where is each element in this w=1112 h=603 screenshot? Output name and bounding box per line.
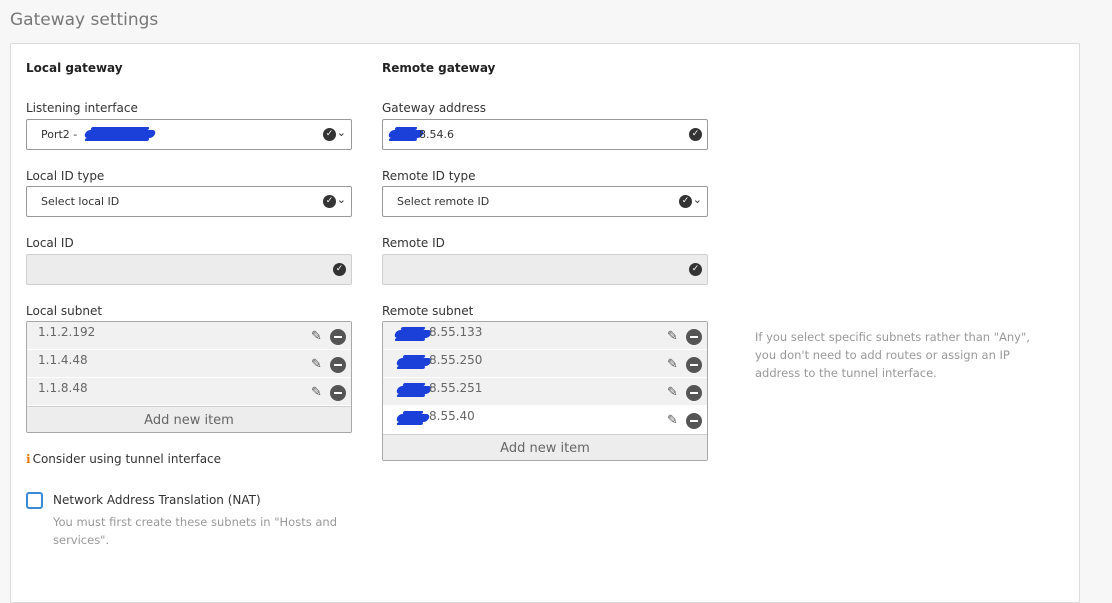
gateway-address-input[interactable]: 8.54.6 ✓: [382, 119, 708, 150]
remote-subnet-help-text: If you select specific subnets rather th…: [755, 330, 1030, 380]
list-item: 8.55.40 ✎: [383, 406, 707, 434]
minus-circle-icon[interactable]: [330, 357, 346, 373]
local-id-label: Local ID: [26, 236, 74, 250]
subnet-value: 8.55.250: [429, 353, 483, 367]
nat-label: Network Address Translation (NAT): [53, 493, 261, 507]
info-icon: ℹ: [26, 452, 31, 466]
pencil-icon[interactable]: ✎: [311, 385, 327, 401]
local-id-type-value: Select local ID: [41, 195, 120, 208]
local-id-type-label: Local ID type: [26, 169, 105, 183]
listening-interface-select[interactable]: Port2 - ✓ ⌄: [26, 119, 352, 150]
minus-circle-icon[interactable]: [686, 357, 702, 373]
gateway-settings-panel: Local gateway Listening interface Port2 …: [10, 43, 1080, 603]
remote-id-type-label: Remote ID type: [382, 169, 476, 183]
check-circle-icon: ✓: [689, 263, 702, 276]
subnet-value: 1.1.2.192: [38, 325, 96, 339]
remote-id-label: Remote ID: [382, 236, 445, 250]
listening-interface-value: Port2 -: [41, 128, 78, 141]
local-subnet-label: Local subnet: [26, 304, 103, 318]
check-circle-icon: ✓: [689, 128, 702, 141]
gateway-address-value: 8.54.6: [419, 128, 454, 141]
remote-id-input: ✓: [382, 254, 708, 285]
nat-help-text: You must first create these subnets in "…: [53, 515, 338, 547]
check-circle-icon: ✓: [323, 195, 336, 208]
subnet-value: 1.1.4.48: [38, 353, 88, 367]
listening-interface-label: Listening interface: [26, 101, 138, 115]
pencil-icon[interactable]: ✎: [667, 357, 683, 373]
chevron-down-icon: ⌄: [336, 193, 346, 206]
list-item: 1.1.4.48 ✎: [27, 350, 351, 378]
minus-circle-icon[interactable]: [686, 329, 702, 345]
redaction-mark: [395, 358, 433, 366]
subnet-value: 1.1.8.48: [38, 381, 88, 395]
add-new-item-button[interactable]: Add new item: [27, 406, 351, 432]
check-circle-icon: ✓: [679, 195, 692, 208]
remote-id-type-select[interactable]: Select remote ID ✓ ⌄: [382, 186, 708, 217]
local-subnet-list: 1.1.2.192 ✎ 1.1.4.48 ✎ 1.1.8.48 ✎ Add ne…: [26, 321, 352, 433]
list-item: 8.55.251 ✎: [383, 378, 707, 406]
minus-circle-icon[interactable]: [686, 413, 702, 429]
minus-circle-icon[interactable]: [686, 385, 702, 401]
minus-circle-icon[interactable]: [330, 329, 346, 345]
local-gateway-heading: Local gateway: [26, 61, 123, 75]
remote-id-type-value: Select remote ID: [397, 195, 490, 208]
subnet-value: 8.55.40: [429, 409, 475, 423]
redaction-mark: [393, 330, 433, 338]
tunnel-interface-hint-text: Consider using tunnel interface: [32, 452, 222, 466]
chevron-down-icon: ⌄: [336, 126, 346, 139]
pencil-icon[interactable]: ✎: [667, 413, 683, 429]
remote-subnet-list: 8.55.133 ✎ 8.55.250 ✎ 8.55.251 ✎ 8.55.40…: [382, 321, 708, 461]
list-item: 8.55.250 ✎: [383, 350, 707, 378]
redaction-mark: [83, 130, 157, 138]
list-item: 1.1.2.192 ✎: [27, 322, 351, 350]
redaction-mark: [395, 414, 431, 422]
list-item: 8.55.133 ✎: [383, 322, 707, 350]
redaction-mark: [395, 386, 433, 394]
list-item: 1.1.8.48 ✎: [27, 378, 351, 406]
pencil-icon[interactable]: ✎: [667, 385, 683, 401]
local-id-input: ✓: [26, 254, 352, 285]
add-new-item-button[interactable]: Add new item: [383, 434, 707, 460]
pencil-icon[interactable]: ✎: [667, 329, 683, 345]
pencil-icon[interactable]: ✎: [311, 329, 327, 345]
tunnel-interface-hint: ℹ Consider using tunnel interface: [26, 452, 221, 466]
check-circle-icon: ✓: [323, 128, 336, 141]
nat-checkbox[interactable]: [26, 492, 43, 509]
remote-subnet-label: Remote subnet: [382, 304, 474, 318]
remote-gateway-heading: Remote gateway: [382, 61, 496, 75]
gateway-address-label: Gateway address: [382, 101, 486, 115]
subnet-value: 8.55.251: [429, 381, 483, 395]
chevron-down-icon: ⌄: [692, 193, 702, 206]
minus-circle-icon[interactable]: [330, 385, 346, 401]
page-title: Gateway settings: [10, 10, 159, 30]
pencil-icon[interactable]: ✎: [311, 357, 327, 373]
local-id-type-select[interactable]: Select local ID ✓ ⌄: [26, 186, 352, 217]
check-circle-icon: ✓: [333, 263, 346, 276]
subnet-value: 8.55.133: [429, 325, 483, 339]
